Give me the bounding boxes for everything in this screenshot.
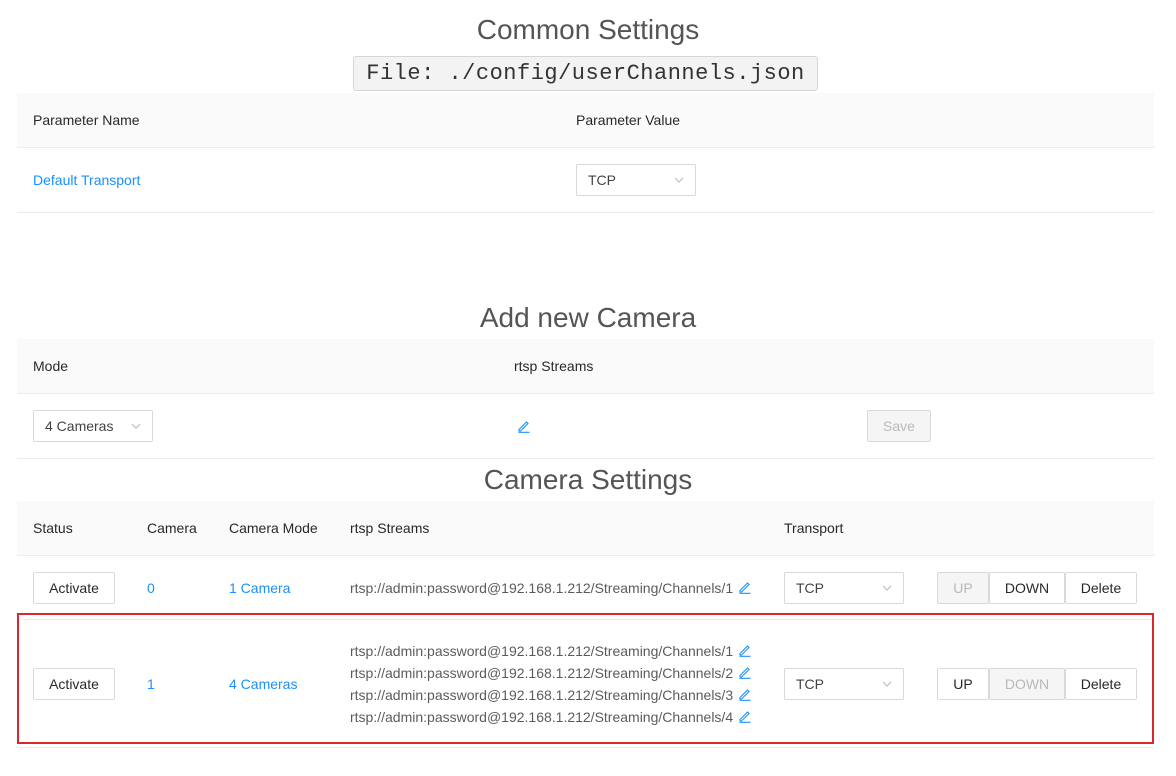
camera-settings-title: Camera Settings: [483, 464, 693, 495]
header-status: Status: [33, 520, 73, 536]
edit-stream-icon[interactable]: [738, 580, 752, 594]
common-settings-table: Parameter Name Parameter Value Default T…: [17, 93, 1154, 213]
stream-url-list: rtsp://admin:password@192.168.1.212/Stre…: [350, 640, 752, 728]
transport-select[interactable]: TCP: [784, 667, 904, 700]
down-button[interactable]: DOWN: [989, 667, 1065, 700]
transport-value: TCP: [796, 579, 824, 596]
down-button[interactable]: DOWN: [989, 571, 1065, 604]
config-file-label: File: ./config/userChannels.json: [353, 56, 818, 91]
header-transport: Transport: [784, 520, 844, 536]
table-row: 4 Cameras Save: [17, 394, 1154, 459]
add-camera-title: Add new Camera: [479, 302, 697, 333]
table-row: Activate 1 4 Cameras rtsp://admin:passwo…: [17, 620, 1154, 748]
camera-id-link[interactable]: 0: [147, 580, 155, 596]
header-rtsp-streams: rtsp Streams: [350, 520, 430, 536]
add-camera-table: Mode rtsp Streams 4 Cameras Save: [17, 339, 1154, 459]
activate-button[interactable]: Activate: [33, 667, 115, 700]
delete-button[interactable]: Delete: [1065, 571, 1137, 604]
camera-id-link[interactable]: 1: [147, 676, 155, 692]
up-button[interactable]: UP: [937, 571, 989, 604]
up-button[interactable]: UP: [937, 667, 989, 700]
camera-settings-header: Status Camera Camera Mode rtsp Streams T…: [17, 501, 1154, 556]
activate-button[interactable]: Activate: [33, 571, 115, 604]
header-mode: Mode: [33, 358, 69, 374]
default-transport-value: TCP: [588, 172, 616, 188]
stream-url: rtsp://admin:password@192.168.1.212/Stre…: [350, 577, 752, 599]
stream-url: rtsp://admin:password@192.168.1.212/Stre…: [350, 706, 752, 728]
chevron-down-icon: [674, 177, 684, 183]
chevron-down-icon: [882, 585, 892, 591]
edit-stream-icon[interactable]: [738, 709, 752, 723]
edit-stream-icon[interactable]: [738, 687, 752, 701]
edit-stream-icon[interactable]: [738, 643, 752, 657]
chevron-down-icon: [882, 681, 892, 687]
header-parameter-value: Parameter Value: [576, 112, 681, 128]
camera-mode-value: 4 Cameras: [45, 418, 114, 434]
edit-stream-icon[interactable]: [738, 665, 752, 679]
chevron-down-icon: [131, 423, 141, 429]
common-settings-title: Common Settings: [476, 14, 700, 45]
stream-url: rtsp://admin:password@192.168.1.212/Stre…: [350, 684, 752, 706]
transport-select[interactable]: TCP: [784, 571, 904, 604]
transport-value: TCP: [796, 675, 824, 692]
common-settings-header: Parameter Name Parameter Value: [17, 93, 1154, 148]
header-camera-mode: Camera Mode: [229, 520, 318, 536]
default-transport-link[interactable]: Default Transport: [33, 172, 140, 188]
edit-streams-icon[interactable]: [517, 419, 531, 433]
default-transport-select[interactable]: TCP: [576, 164, 696, 196]
stream-url: rtsp://admin:password@192.168.1.212/Stre…: [350, 640, 752, 662]
header-rtsp-streams: rtsp Streams: [514, 358, 594, 374]
camera-settings-table: Status Camera Camera Mode rtsp Streams T…: [17, 501, 1154, 748]
delete-button[interactable]: Delete: [1065, 667, 1137, 700]
camera-mode-select[interactable]: 4 Cameras: [33, 410, 153, 442]
header-parameter-name: Parameter Name: [33, 112, 140, 128]
header-camera: Camera: [147, 520, 197, 536]
table-row: Default Transport TCP: [17, 148, 1154, 213]
camera-mode-link[interactable]: 4 Cameras: [229, 676, 297, 692]
stream-url: rtsp://admin:password@192.168.1.212/Stre…: [350, 662, 752, 684]
camera-mode-link[interactable]: 1 Camera: [229, 580, 290, 596]
save-button[interactable]: Save: [867, 410, 931, 442]
table-row: Activate 0 1 Camera rtsp://admin:passwor…: [17, 556, 1154, 620]
add-camera-header: Mode rtsp Streams: [17, 339, 1154, 394]
